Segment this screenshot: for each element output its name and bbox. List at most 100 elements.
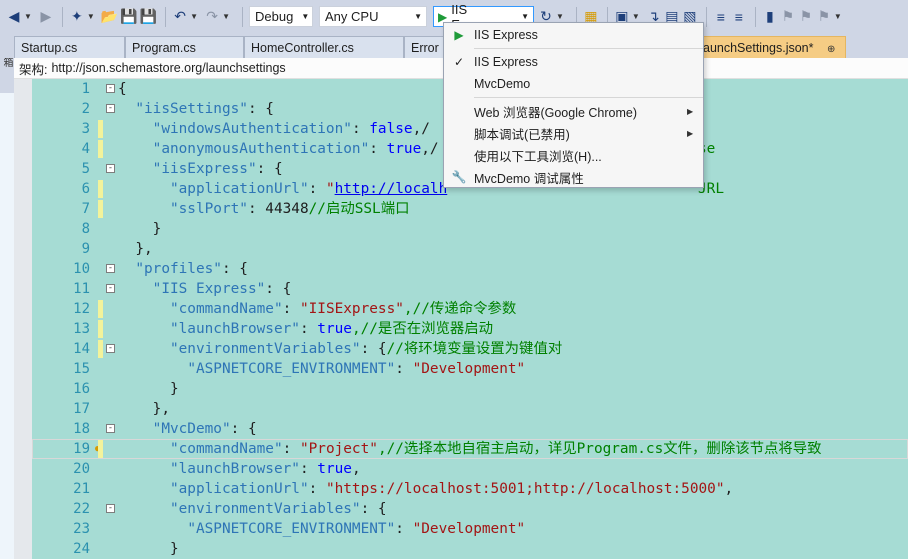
- fold-toggle-icon[interactable]: -: [106, 264, 115, 273]
- line-number: 22: [73, 501, 90, 517]
- navigate-forward-icon[interactable]: ▶: [38, 7, 54, 27]
- uncomment-lines-icon[interactable]: ≡: [731, 7, 747, 27]
- code-text: "commandName": "IISExpress",//传递命令参数: [169, 301, 517, 317]
- line-number: 4: [81, 141, 90, 157]
- tab-program-cs[interactable]: Program.cs: [125, 36, 244, 58]
- chevron-down-icon[interactable]: ▼: [521, 12, 529, 21]
- pin-icon[interactable]: ⊕: [827, 44, 835, 55]
- fold-toggle-icon[interactable]: -: [106, 504, 115, 513]
- code-line-current[interactable]: 19 ● "commandName": "Project",//选择本地自宿主启…: [32, 439, 908, 459]
- code-text: "iisSettings": {: [135, 101, 274, 117]
- menu-item-label: 脚本调试(已禁用): [474, 127, 570, 142]
- menu-item-script-debugging[interactable]: 脚本调试(已禁用) ▶: [444, 122, 703, 144]
- next-bookmark-icon[interactable]: ⚑: [798, 7, 814, 27]
- refresh-dropdown-icon[interactable]: ▼: [556, 12, 564, 21]
- redo-icon[interactable]: ↷: [204, 7, 220, 27]
- code-line[interactable]: 12 "commandName": "IISExpress",//传递命令参数: [32, 299, 908, 319]
- code-line[interactable]: 9 },: [32, 239, 908, 259]
- new-project-dropdown-icon[interactable]: ▼: [87, 12, 95, 21]
- fold-toggle-icon[interactable]: -: [106, 164, 115, 173]
- tab-label: Error: [411, 41, 439, 55]
- line-number: 8: [81, 221, 90, 237]
- save-icon[interactable]: 💾: [120, 7, 137, 27]
- run-target-dropdown-menu: ▶ IIS Express ✓ IIS Express MvcDemo Web …: [443, 22, 704, 188]
- toolbar-overflow-icon[interactable]: ▼: [834, 12, 842, 21]
- code-line[interactable]: 24 }: [32, 539, 908, 559]
- line-number: 2: [81, 101, 90, 117]
- code-text: "ASPNETCORE_ENVIRONMENT": "Development": [187, 521, 526, 537]
- code-line[interactable]: 11 - "IIS Express": {: [32, 279, 908, 299]
- redo-dropdown-icon[interactable]: ▼: [222, 12, 230, 21]
- menu-item-browse-with[interactable]: 使用以下工具浏览(H)...: [444, 144, 703, 166]
- line-number: 7: [81, 201, 90, 217]
- code-text: "commandName": "Project",//选择本地自宿主启动，详见P…: [169, 441, 822, 457]
- solution-platform-value: Any CPU: [325, 9, 379, 24]
- tab-startup-cs[interactable]: Startup.cs: [14, 36, 125, 58]
- code-text: {: [118, 81, 127, 97]
- comment-lines-icon[interactable]: ≡: [713, 7, 729, 27]
- code-line[interactable]: 16 }: [32, 379, 908, 399]
- screenshot-dropdown-icon[interactable]: ▼: [632, 12, 640, 21]
- code-text: "MvcDemo": {: [152, 421, 257, 437]
- code-text: "sslPort": 44348//启动SSL端口: [169, 201, 410, 217]
- menu-item-iis-express-profile[interactable]: ✓ IIS Express: [444, 51, 703, 73]
- solution-platform-select[interactable]: Any CPU ▼: [319, 6, 427, 27]
- change-marker: [98, 180, 103, 198]
- prev-bookmark-icon[interactable]: ⚑: [780, 7, 796, 27]
- code-line[interactable]: 17 },: [32, 399, 908, 419]
- tab-launchsettings-json[interactable]: aunchSettings.json* ⊕ ✕: [692, 36, 846, 58]
- code-line[interactable]: 23 "ASPNETCORE_ENVIRONMENT": "Developmen…: [32, 519, 908, 539]
- open-file-icon[interactable]: 📂: [101, 7, 118, 27]
- schema-url-input[interactable]: http://json.schemastore.org/launchsettin…: [51, 61, 285, 75]
- code-line[interactable]: 18 - "MvcDemo": {: [32, 419, 908, 439]
- code-line[interactable]: 8 }: [32, 219, 908, 239]
- code-text: "applicationUrl": "http://localh: [169, 181, 448, 197]
- fold-toggle-icon[interactable]: -: [106, 344, 115, 353]
- change-marker: [98, 440, 103, 458]
- line-number: 23: [73, 521, 90, 537]
- line-number: 16: [73, 381, 90, 397]
- save-all-icon[interactable]: 💾: [140, 7, 157, 27]
- navigate-back-dropdown-icon[interactable]: ▼: [24, 12, 32, 21]
- bookmark-icon[interactable]: ▮: [762, 7, 778, 27]
- code-line[interactable]: 10 - "profiles": {: [32, 259, 908, 279]
- line-number: 24: [73, 541, 90, 557]
- tab-label: HomeController.cs: [251, 41, 354, 55]
- line-number: 19: [73, 441, 90, 457]
- tab-homecontroller-cs[interactable]: HomeController.cs: [244, 36, 404, 58]
- fold-toggle-icon[interactable]: -: [106, 284, 115, 293]
- menu-item-web-browser[interactable]: Web 浏览器(Google Chrome) ▶: [444, 100, 703, 122]
- undo-dropdown-icon[interactable]: ▼: [190, 12, 198, 21]
- fold-toggle-icon[interactable]: -: [106, 104, 115, 113]
- code-line[interactable]: 15 "ASPNETCORE_ENVIRONMENT": "Developmen…: [32, 359, 908, 379]
- code-line[interactable]: 13 "launchBrowser": true,//是否在浏览器启动: [32, 319, 908, 339]
- tab-error[interactable]: Error: [404, 36, 444, 58]
- line-number: 11: [73, 281, 90, 297]
- change-marker: [98, 340, 103, 358]
- line-number: 17: [73, 401, 90, 417]
- fold-toggle-icon[interactable]: -: [106, 424, 115, 433]
- code-line[interactable]: 20 "launchBrowser": true,: [32, 459, 908, 479]
- code-line[interactable]: 22 - "environmentVariables": {: [32, 499, 908, 519]
- code-line[interactable]: 14 - "environmentVariables": {//将环境变量设置为…: [32, 339, 908, 359]
- code-text: "anonymousAuthentication": true,/: [152, 141, 439, 157]
- code-text: "ASPNETCORE_ENVIRONMENT": "Development": [187, 361, 526, 377]
- clear-bookmarks-icon[interactable]: ⚑: [816, 7, 832, 27]
- line-number: 3: [81, 121, 90, 137]
- undo-icon[interactable]: ↶: [172, 7, 188, 27]
- code-line[interactable]: 21 "applicationUrl": "https://localhost:…: [32, 479, 908, 499]
- new-project-icon[interactable]: ✦: [69, 7, 85, 27]
- code-line[interactable]: 7 "sslPort": 44348//启动SSL端口: [32, 199, 908, 219]
- line-number: 14: [73, 341, 90, 357]
- menu-item-debug-properties[interactable]: 🔧 MvcDemo 调试属性: [444, 166, 703, 188]
- menu-item-mvcdemo-profile[interactable]: MvcDemo: [444, 73, 703, 95]
- solution-configuration-select[interactable]: Debug ▼: [249, 6, 313, 27]
- menu-item-iis-express-run[interactable]: ▶ IIS Express: [444, 24, 703, 46]
- change-marker: [98, 120, 103, 138]
- tab-label: aunchSettings.json*: [703, 41, 814, 55]
- navigate-back-icon[interactable]: ◀: [6, 7, 22, 27]
- fold-toggle-icon[interactable]: -: [106, 84, 115, 93]
- line-number: 6: [81, 181, 90, 197]
- change-marker: [98, 140, 103, 158]
- code-text: "environmentVariables": {: [169, 501, 387, 517]
